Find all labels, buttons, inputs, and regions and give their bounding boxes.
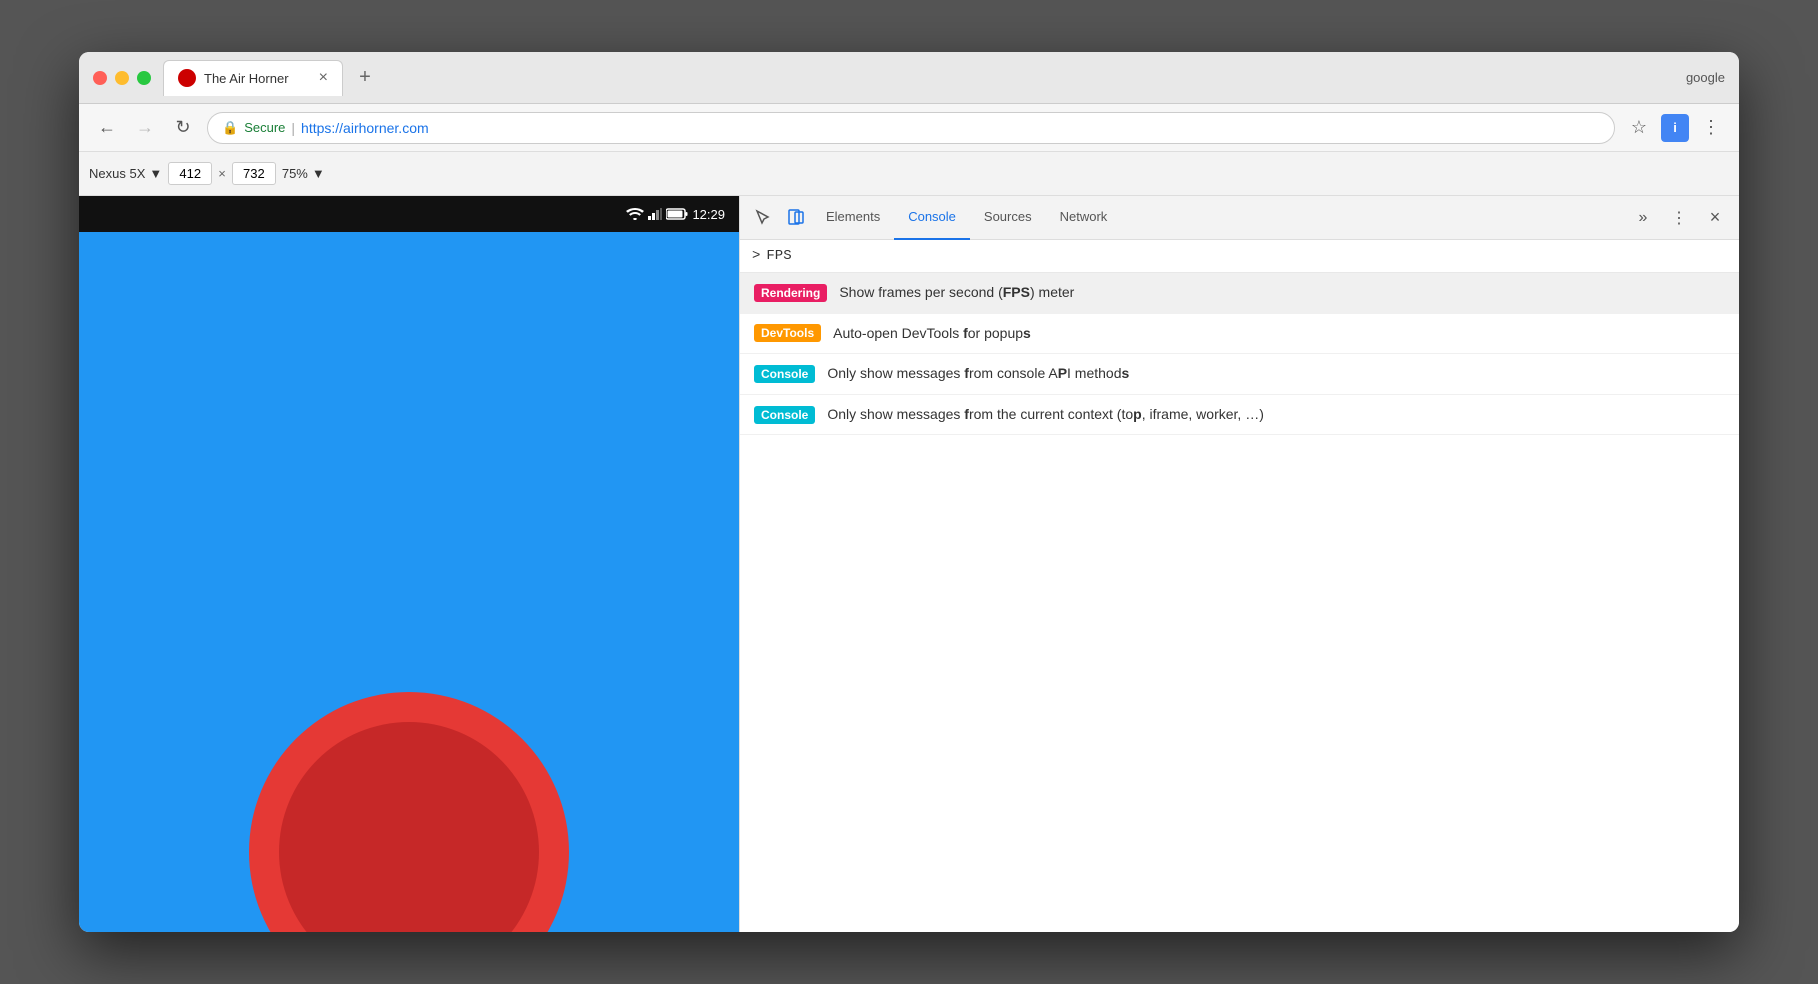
badge-console-0: Console bbox=[754, 365, 815, 383]
autocomplete-item-3[interactable]: Console Only show messages from the curr… bbox=[740, 395, 1739, 436]
new-tab-button[interactable]: + bbox=[351, 64, 379, 92]
autocomplete-item-2[interactable]: Console Only show messages from console … bbox=[740, 354, 1739, 395]
device-selector[interactable]: Nexus 5X ▼ bbox=[89, 166, 162, 181]
phone-content bbox=[79, 232, 739, 932]
phone-status-bar: 12:29 bbox=[79, 196, 739, 232]
extension-label: i bbox=[1673, 120, 1677, 135]
profile-area: google bbox=[1686, 70, 1725, 85]
device-icon bbox=[787, 209, 805, 227]
devtools-more-actions: » ⋮ × bbox=[1627, 202, 1731, 234]
extension-button[interactable]: i bbox=[1661, 114, 1689, 142]
ac-text-0: Show frames per second (FPS) meter bbox=[839, 283, 1074, 303]
cursor-icon bbox=[755, 209, 773, 227]
refresh-button[interactable]: ↻ bbox=[169, 114, 197, 142]
tab-favicon bbox=[178, 69, 196, 87]
close-button[interactable] bbox=[93, 71, 107, 85]
url-bar[interactable]: 🔒 Secure | https://airhorner.com bbox=[207, 112, 1615, 144]
tab-area: The Air Horner × + bbox=[163, 60, 1674, 96]
horn-circle bbox=[249, 692, 569, 932]
ac-text-2: Only show messages from console API meth… bbox=[827, 364, 1129, 384]
active-tab[interactable]: The Air Horner × bbox=[163, 60, 343, 96]
devtools-tabs: Elements Console Sources Network » ⋮ × bbox=[740, 196, 1739, 240]
wifi-icon bbox=[626, 208, 644, 220]
console-input[interactable] bbox=[766, 248, 1727, 264]
signal-icon bbox=[648, 208, 662, 220]
badge-devtools: DevTools bbox=[754, 324, 821, 342]
minimize-button[interactable] bbox=[115, 71, 129, 85]
width-input[interactable] bbox=[168, 162, 212, 185]
ac-text-3: Only show messages from the current cont… bbox=[827, 405, 1264, 425]
title-bar: The Air Horner × + google bbox=[79, 52, 1739, 104]
autocomplete-item-0[interactable]: Rendering Show frames per second (FPS) m… bbox=[740, 273, 1739, 314]
tab-sources[interactable]: Sources bbox=[970, 196, 1046, 240]
devtools-panel: Elements Console Sources Network » ⋮ × bbox=[739, 196, 1739, 932]
height-input[interactable] bbox=[232, 162, 276, 185]
maximize-button[interactable] bbox=[137, 71, 151, 85]
horn-inner bbox=[279, 722, 539, 932]
console-prompt: > bbox=[752, 248, 760, 264]
url-separator: | bbox=[291, 120, 295, 136]
zoom-dropdown-icon: ▼ bbox=[312, 166, 325, 181]
profile-name: google bbox=[1686, 70, 1725, 85]
horn-outer bbox=[249, 692, 569, 932]
autocomplete-item-1[interactable]: DevTools Auto-open DevTools for popups bbox=[740, 314, 1739, 355]
traffic-lights bbox=[93, 71, 151, 85]
dimension-x: × bbox=[218, 166, 226, 181]
devtools-bar: Nexus 5X ▼ × 75% ▼ bbox=[79, 152, 1739, 196]
tab-console[interactable]: Console bbox=[894, 196, 970, 240]
browser-window: The Air Horner × + google ← → ↻ 🔒 Secure… bbox=[79, 52, 1739, 932]
battery-icon bbox=[666, 208, 688, 220]
menu-button[interactable]: ⋮ bbox=[1697, 114, 1725, 142]
main-area: 12:29 bbox=[79, 196, 1739, 932]
bookmark-button[interactable]: ☆ bbox=[1625, 114, 1653, 142]
status-icons: 12:29 bbox=[626, 207, 725, 222]
devtools-close-button[interactable]: × bbox=[1699, 202, 1731, 234]
more-tabs-button[interactable]: » bbox=[1627, 202, 1659, 234]
console-area: > Rendering Show frames per second (FPS)… bbox=[740, 240, 1739, 932]
status-time: 12:29 bbox=[692, 207, 725, 222]
badge-console-1: Console bbox=[754, 406, 815, 424]
url-text: https://airhorner.com bbox=[301, 120, 1600, 136]
phone-screen: 12:29 bbox=[79, 196, 739, 932]
url-actions: ☆ i ⋮ bbox=[1625, 114, 1725, 142]
address-bar: ← → ↻ 🔒 Secure | https://airhorner.com ☆… bbox=[79, 104, 1739, 152]
tab-title: The Air Horner bbox=[204, 71, 311, 86]
zoom-level: 75% bbox=[282, 166, 308, 181]
back-button[interactable]: ← bbox=[93, 114, 121, 142]
phone-preview: 12:29 bbox=[79, 196, 739, 932]
tab-close-button[interactable]: × bbox=[319, 70, 328, 86]
tab-elements[interactable]: Elements bbox=[812, 196, 894, 240]
ac-text-1: Auto-open DevTools for popups bbox=[833, 324, 1031, 344]
tab-network[interactable]: Network bbox=[1046, 196, 1122, 240]
secure-icon: 🔒 bbox=[222, 120, 238, 136]
console-input-bar: > bbox=[740, 240, 1739, 273]
badge-rendering: Rendering bbox=[754, 284, 827, 302]
device-toggle-button[interactable] bbox=[780, 202, 812, 234]
device-dropdown-icon: ▼ bbox=[149, 166, 162, 181]
zoom-selector[interactable]: 75% ▼ bbox=[282, 166, 325, 181]
devtools-menu-button[interactable]: ⋮ bbox=[1663, 202, 1695, 234]
autocomplete-list: Rendering Show frames per second (FPS) m… bbox=[740, 273, 1739, 435]
device-name: Nexus 5X bbox=[89, 166, 145, 181]
inspect-element-button[interactable] bbox=[748, 202, 780, 234]
forward-button[interactable]: → bbox=[131, 114, 159, 142]
secure-text: Secure bbox=[244, 120, 285, 135]
